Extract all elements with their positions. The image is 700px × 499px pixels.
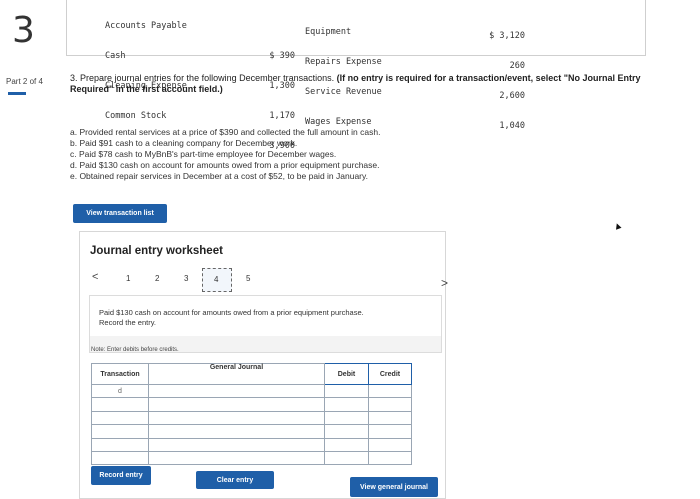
account-value [259,21,295,31]
transaction-cell: d [91,383,149,399]
header-general-journal: General Journal [148,363,325,385]
transaction-cell [91,450,149,466]
worksheet-pager: < 1 2 3 4 5 [90,268,430,292]
debit-field[interactable] [324,424,369,439]
question-number: 3 [12,10,35,51]
account-balances-box: Accounts Payable Cash Cleaning Expense C… [66,0,646,151]
journal-entry-worksheet: Journal entry worksheet < 1 2 3 4 5 Paid… [79,231,446,499]
record-entry-button[interactable]: Record entry [91,466,151,485]
page-link-3[interactable]: 3 [184,274,188,283]
credit-field[interactable] [368,410,412,426]
transaction-cell [91,397,149,412]
debit-field[interactable] [324,450,369,466]
debit-field[interactable] [324,383,369,399]
table-row [91,437,412,452]
account-value: $ 390 [269,51,295,61]
account-field[interactable] [148,424,325,439]
table-row [91,410,412,426]
transaction-cell [91,437,149,452]
page-link-2[interactable]: 2 [155,274,159,283]
list-item: c. Paid $78 cash to MyBnB's part-time em… [70,149,337,159]
worksheet-title: Journal entry worksheet [90,245,223,257]
prev-arrow-icon[interactable]: < [92,271,98,283]
question-text: 3. Prepare journal entries for the follo… [70,73,660,95]
account-field[interactable] [148,437,325,452]
credit-field[interactable] [368,383,412,399]
list-item: b. Paid $91 cash to a cleaning company f… [70,138,298,148]
credit-field[interactable] [368,437,412,452]
header-general-journal-label: General Journal [209,364,264,371]
header-credit: Credit [368,363,412,385]
next-arrow-icon[interactable]: > [441,276,448,290]
account-name: Accounts Payable [105,21,187,31]
page-link-5[interactable]: 5 [246,274,250,283]
credit-field[interactable] [368,424,412,439]
credit-field[interactable] [368,450,412,466]
account-value: $ 3,120 [489,31,525,41]
list-item: a. Provided rental services at a price o… [70,127,381,137]
table-row [91,397,412,412]
account-value: 1,040 [499,121,525,131]
account-field[interactable] [148,383,325,399]
part-indicator: Part 2 of 4 [6,77,43,86]
mouse-cursor-icon: ▲ [611,219,625,234]
credit-field[interactable] [368,397,412,412]
list-item: e. Obtained repair services in December … [70,171,368,181]
account-value: 260 [509,61,525,71]
account-field[interactable] [148,397,325,412]
account-field[interactable] [148,410,325,426]
transaction-list: a. Provided rental services at a price o… [70,127,380,182]
transaction-cell [91,424,149,439]
view-general-journal-button[interactable]: View general journal [350,477,438,497]
account-name: Wages Expense [305,117,372,127]
account-name: Repairs Expense [305,57,382,67]
journal-entry-table: Transaction General Journal Debit Credit… [91,363,412,466]
debit-field[interactable] [324,410,369,426]
question-prompt: 3. Prepare journal entries for the follo… [70,73,337,83]
header-debit: Debit [324,363,369,385]
list-item: d. Paid $130 cash on account for amounts… [70,160,380,170]
page-link-4-active[interactable]: 4 [202,268,232,292]
entry-description: Paid $130 cash on account for amounts ow… [99,308,364,327]
table-row [91,424,412,439]
account-value: 1,170 [269,111,295,121]
clear-entry-button[interactable]: Clear entry [196,471,274,489]
transaction-cell [91,410,149,426]
part-progress-bar [8,92,26,95]
table-row: d [91,383,412,399]
debit-field[interactable] [324,437,369,452]
debit-field[interactable] [324,397,369,412]
left-rail: 3 Part 2 of 4 [0,0,58,499]
page-link-4-label: 4 [214,275,219,284]
header-transaction: Transaction [91,363,149,385]
page-link-1[interactable]: 1 [126,274,130,283]
account-name: Equipment [305,27,352,37]
account-name: Common Stock [105,111,167,121]
account-name: Cash [105,51,126,61]
account-field[interactable] [148,450,325,466]
view-transaction-list-button[interactable]: View transaction list [73,204,167,223]
table-row [91,450,412,466]
note-text: Note: Enter debits before credits. [91,347,179,353]
